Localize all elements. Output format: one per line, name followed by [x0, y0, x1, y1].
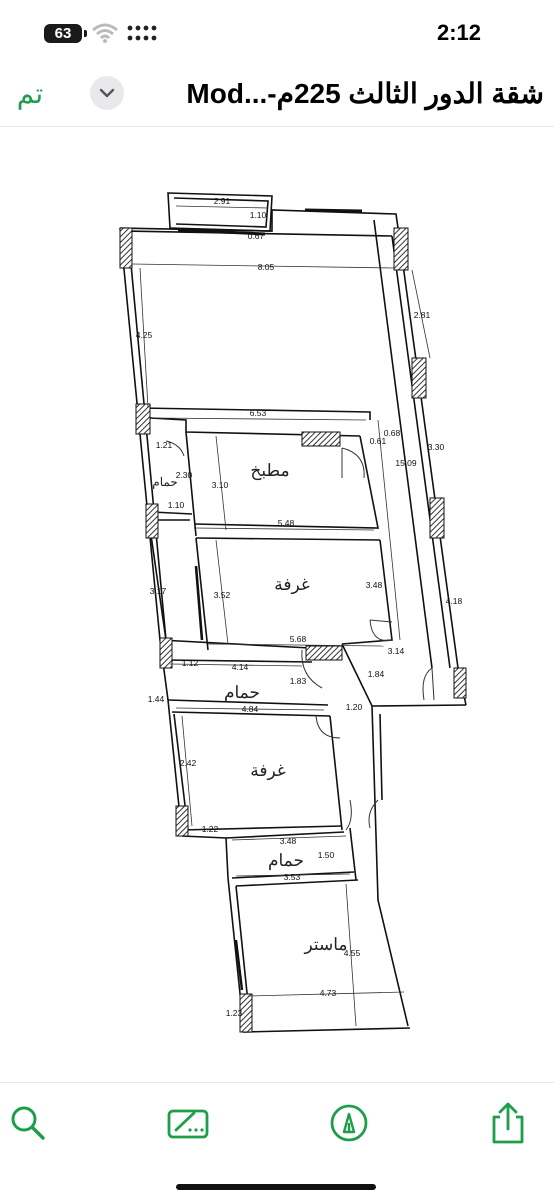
dim-label: 15.09 [395, 458, 417, 468]
dim-label: 2.81 [414, 310, 431, 320]
document-view[interactable]: مطبخ غرفة حمام حمام غرفة حمام ماستر 2.91… [0, 127, 554, 1082]
dim-label: 2.91 [214, 196, 231, 206]
markup-icon[interactable] [327, 1101, 371, 1145]
dim-label: 1.23 [226, 1008, 243, 1018]
battery-level: 63 [54, 25, 72, 42]
dim-label: 2.30 [176, 470, 193, 480]
dim-label: 4.25 [136, 330, 153, 340]
room-label-room-1: غرفة [274, 575, 310, 595]
dim-label: 3.14 [388, 646, 405, 656]
room-label-bath-small: حمام [152, 475, 177, 489]
dim-label: 1.50 [318, 850, 335, 860]
dim-label: 3.53 [284, 872, 301, 882]
dim-label: 1.10 [168, 500, 185, 510]
plan-dimension-lines [131, 205, 431, 1027]
floor-plan-drawing: مطبخ غرفة حمام حمام غرفة حمام ماستر 2.91… [119, 192, 467, 1033]
dim-label: 1.84 [368, 669, 385, 679]
dim-label: 1.10 [250, 210, 267, 220]
status-bar: 63 2:12 [0, 0, 554, 60]
dim-label: 8.05 [258, 262, 275, 272]
dim-label: 4.55 [344, 948, 361, 958]
chevron-down-icon [99, 88, 115, 98]
room-label-kitchen: مطبخ [250, 461, 289, 481]
dim-label: 2.42 [180, 758, 197, 768]
dim-label: 1.12 [182, 658, 199, 668]
wifi-icon [92, 23, 118, 43]
dim-label: 1.83 [290, 676, 307, 686]
dim-label: 4.14 [232, 662, 249, 672]
dim-label: 1.20 [346, 702, 363, 712]
dim-label: 1.21 [156, 440, 173, 450]
dim-label: 1.44 [148, 694, 165, 704]
dim-label: 3.48 [366, 580, 383, 590]
dim-label: 0.67 [248, 231, 265, 241]
room-label-bath-1: حمام [224, 683, 260, 703]
dim-label: 1.22 [202, 824, 219, 834]
dim-label: 5.48 [278, 518, 295, 528]
scan-icon[interactable] [166, 1101, 210, 1145]
dim-label: 4.18 [446, 596, 463, 606]
cellular-icon [127, 25, 157, 41]
dim-label: 3.52 [214, 590, 231, 600]
document-title[interactable]: شقة الدور الثالث 225م-...Mod [136, 74, 544, 114]
battery-tip [84, 30, 87, 37]
dim-label: 4.73 [320, 988, 337, 998]
dim-label: 3.10 [212, 480, 229, 490]
dim-label: 4.84 [242, 704, 259, 714]
search-icon[interactable] [6, 1101, 50, 1145]
dim-label: 3.48 [280, 836, 297, 846]
plan-dimension-labels: 2.91 1.10 0.67 8.05 2.81 4.25 6.53 0.68 … [136, 196, 463, 1018]
home-indicator [176, 1184, 376, 1190]
dim-label: 3.17 [150, 586, 167, 596]
share-icon[interactable] [486, 1101, 530, 1145]
title-menu-button[interactable] [90, 76, 124, 110]
dim-label: 5.68 [290, 634, 307, 644]
room-label-bath-2: حمام [268, 851, 304, 871]
battery-icon: 63 [44, 24, 82, 43]
dim-label: 6.53 [250, 408, 267, 418]
dim-label: 3.30 [428, 442, 445, 452]
nav-bar: تم شقة الدور الثالث 225م-...Mod [0, 62, 554, 127]
status-time: 2:12 [436, 20, 482, 45]
dim-label: 0.61 [370, 436, 387, 446]
done-button[interactable]: تم [10, 76, 50, 112]
room-label-room-2: غرفة [250, 761, 286, 781]
room-label-master: ماستر [303, 935, 347, 955]
